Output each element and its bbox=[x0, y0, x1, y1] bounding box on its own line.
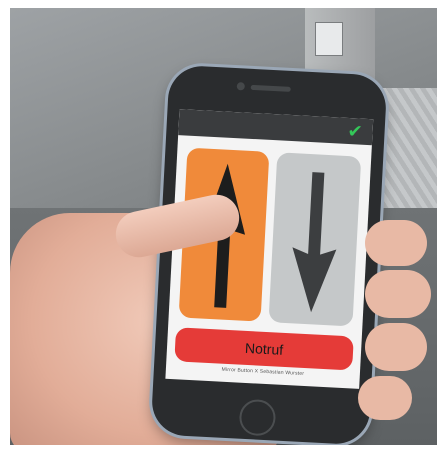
finger bbox=[365, 220, 427, 266]
emergency-button[interactable]: Notruf bbox=[174, 327, 354, 371]
checkmark-icon[interactable]: ✔ bbox=[347, 120, 363, 143]
speaker-grille bbox=[250, 84, 291, 92]
photo: ✔ Notruf Mirror Button X Sebastian Wurst… bbox=[10, 8, 437, 445]
finger bbox=[358, 376, 412, 420]
finger bbox=[365, 270, 431, 318]
home-button[interactable] bbox=[238, 398, 277, 437]
arrow-down-icon bbox=[292, 172, 337, 313]
app-top-bar: ✔ bbox=[178, 109, 374, 146]
background-sign bbox=[315, 22, 343, 56]
phone-screen: ✔ Notruf Mirror Button X Sebastian Wurst… bbox=[165, 109, 374, 389]
down-button[interactable] bbox=[268, 152, 362, 327]
finger bbox=[365, 323, 427, 371]
front-camera bbox=[236, 82, 245, 91]
smartphone: ✔ Notruf Mirror Button X Sebastian Wurst… bbox=[150, 64, 388, 445]
